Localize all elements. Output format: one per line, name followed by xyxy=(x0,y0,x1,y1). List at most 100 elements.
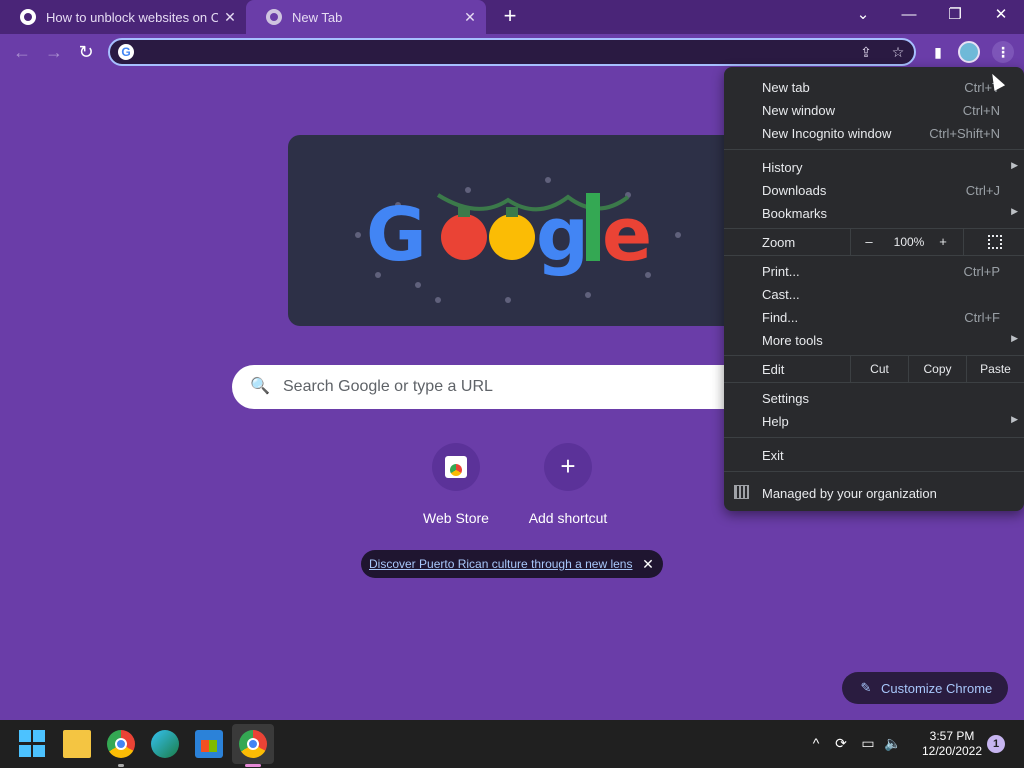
menu-item-help[interactable]: Help ▶ xyxy=(724,409,1024,432)
search-icon: 🔍 xyxy=(250,378,270,395)
clock-time: 3:57 PM xyxy=(929,729,975,743)
forward-arrow-icon[interactable]: → xyxy=(42,40,66,64)
menu-row-zoom: Zoom – 100% + xyxy=(724,229,1024,255)
search-placeholder[interactable]: Search Google or type a URL xyxy=(283,378,493,396)
menu-item-find[interactable]: Find... Ctrl+F xyxy=(724,305,1024,328)
submenu-arrow-icon: ▶ xyxy=(1011,206,1018,216)
network-icon[interactable]: ▭ xyxy=(858,733,878,753)
menu-divider xyxy=(724,437,1024,438)
menu-item-new-tab[interactable]: New tab Ctrl+T xyxy=(724,75,1024,98)
tab-title: How to unblock websites on Chrome xyxy=(46,9,218,25)
zoom-out-button[interactable]: – xyxy=(859,234,879,249)
promo-link[interactable]: Discover Puerto Rican culture through a … xyxy=(369,557,632,571)
toolbar: ← → ↻ G ⇪ ☆ ▮ ⋮ xyxy=(0,34,1024,70)
fullscreen-button[interactable] xyxy=(963,229,1024,255)
google-favicon-icon xyxy=(20,9,36,25)
google-doodle[interactable]: G g e xyxy=(288,135,748,326)
chrome-menu: New tab Ctrl+T New window Ctrl+N New Inc… xyxy=(724,67,1024,511)
sync-icon[interactable]: ⟳ xyxy=(831,733,851,753)
tab-how-to-unblock[interactable]: How to unblock websites on Chrome ✕ xyxy=(0,0,246,34)
system-clock[interactable]: 3:57 PM 12/20/2022 xyxy=(914,729,990,759)
zoom-level: 100% xyxy=(893,235,925,249)
customize-label: Customize Chrome xyxy=(881,681,993,696)
edge-icon[interactable] xyxy=(151,730,179,758)
copy-button[interactable]: Copy xyxy=(908,356,966,382)
menu-item-print[interactable]: Print... Ctrl+P xyxy=(724,259,1024,282)
fullscreen-icon xyxy=(988,235,1002,249)
back-arrow-icon[interactable]: ← xyxy=(10,40,34,64)
menu-item-bookmarks[interactable]: Bookmarks ▶ xyxy=(724,201,1024,224)
close-promo-icon[interactable]: ✕ xyxy=(639,555,657,573)
show-hidden-icons-chevron-icon[interactable]: ^ xyxy=(806,733,826,753)
shortcut-add[interactable]: + Add shortcut xyxy=(513,443,623,526)
google-g-icon: G xyxy=(118,44,134,60)
volume-icon[interactable]: 🔈 xyxy=(883,733,903,753)
address-bar[interactable]: G ⇪ ☆ xyxy=(108,38,916,66)
doodle-promo-chip: Discover Puerto Rican culture through a … xyxy=(361,550,663,578)
pencil-icon: ✎ xyxy=(860,680,872,695)
chrome-favicon-icon xyxy=(266,9,282,25)
svg-text:e: e xyxy=(602,192,652,278)
menu-item-new-incognito[interactable]: New Incognito window Ctrl+Shift+N xyxy=(724,121,1024,144)
profile-avatar[interactable] xyxy=(958,41,980,63)
building-icon xyxy=(734,485,749,499)
notification-badge[interactable]: 1 xyxy=(987,735,1005,753)
menu-item-managed[interactable]: Managed by your organization xyxy=(724,481,1024,504)
windows-taskbar: ^ ⟳ ▭ 🔈 3:57 PM 12/20/2022 xyxy=(0,720,1024,768)
menu-row-edit: Edit Cut Copy Paste xyxy=(724,356,1024,382)
tab-title: New Tab xyxy=(292,9,343,25)
chrome-menu-icon[interactable]: ⋮ xyxy=(992,41,1014,63)
windows-start-icon[interactable] xyxy=(19,730,47,758)
shortcut-label: Web Store xyxy=(423,510,489,526)
zoom-in-button[interactable]: + xyxy=(933,234,953,249)
reload-icon[interactable]: ↻ xyxy=(74,40,98,64)
restore-icon[interactable]: ❐ xyxy=(935,4,975,28)
menu-divider xyxy=(724,382,1024,383)
menu-item-cast[interactable]: Cast... xyxy=(724,282,1024,305)
search-box[interactable]: 🔍 Search Google or type a URL xyxy=(232,365,792,409)
menu-divider xyxy=(724,471,1024,472)
web-store-tile[interactable] xyxy=(432,443,480,491)
web-store-icon xyxy=(445,456,467,478)
close-tab-icon[interactable]: ✕ xyxy=(222,9,238,25)
submenu-arrow-icon: ▶ xyxy=(1011,333,1018,343)
menu-item-history[interactable]: History ▶ xyxy=(724,155,1024,178)
paste-button[interactable]: Paste xyxy=(966,356,1024,382)
menu-divider xyxy=(724,149,1024,150)
new-tab-plus-icon[interactable]: + xyxy=(498,5,522,29)
tab-strip: How to unblock websites on Chrome ✕ New … xyxy=(0,0,1024,34)
svg-text:G: G xyxy=(366,192,427,278)
menu-divider xyxy=(724,255,1024,256)
file-explorer-icon[interactable] xyxy=(63,730,91,758)
menu-item-downloads[interactable]: Downloads Ctrl+J xyxy=(724,178,1024,201)
plus-icon: + xyxy=(560,451,576,481)
tab-new-tab[interactable]: New Tab ✕ xyxy=(246,0,486,34)
close-tab-icon[interactable]: ✕ xyxy=(462,9,478,25)
menu-item-new-window[interactable]: New window Ctrl+N xyxy=(724,98,1024,121)
microsoft-store-icon[interactable] xyxy=(195,730,223,758)
menu-item-settings[interactable]: Settings xyxy=(724,386,1024,409)
side-panel-icon[interactable]: ▮ xyxy=(928,42,948,62)
zoom-controls: – 100% + xyxy=(850,229,1024,255)
active-indicator xyxy=(245,764,261,767)
svg-text:g: g xyxy=(536,192,589,278)
clock-date: 12/20/2022 xyxy=(921,744,983,758)
cut-button[interactable]: Cut xyxy=(850,356,908,382)
customize-chrome-button[interactable]: ✎ Customize Chrome xyxy=(842,672,1008,704)
tab-search-chevron-icon[interactable]: ⌄ xyxy=(843,4,883,28)
shortcut-label: Add shortcut xyxy=(528,510,608,526)
chrome-taskbar-icon[interactable] xyxy=(107,730,135,758)
close-window-icon[interactable]: ✕ xyxy=(981,4,1021,28)
bookmark-star-icon[interactable]: ☆ xyxy=(888,42,908,62)
submenu-arrow-icon: ▶ xyxy=(1011,160,1018,170)
submenu-arrow-icon: ▶ xyxy=(1011,414,1018,424)
menu-item-more-tools[interactable]: More tools ▶ xyxy=(724,328,1024,351)
share-icon[interactable]: ⇪ xyxy=(856,42,876,62)
add-shortcut-tile[interactable]: + xyxy=(544,443,592,491)
menu-item-exit[interactable]: Exit xyxy=(724,443,1024,466)
shortcut-web-store[interactable]: Web Store xyxy=(401,443,511,526)
doodle-graphic: G g e xyxy=(355,177,681,303)
minimize-icon[interactable]: — xyxy=(889,4,929,28)
chrome-profile-taskbar-icon[interactable] xyxy=(239,730,267,758)
running-indicator xyxy=(118,764,124,767)
